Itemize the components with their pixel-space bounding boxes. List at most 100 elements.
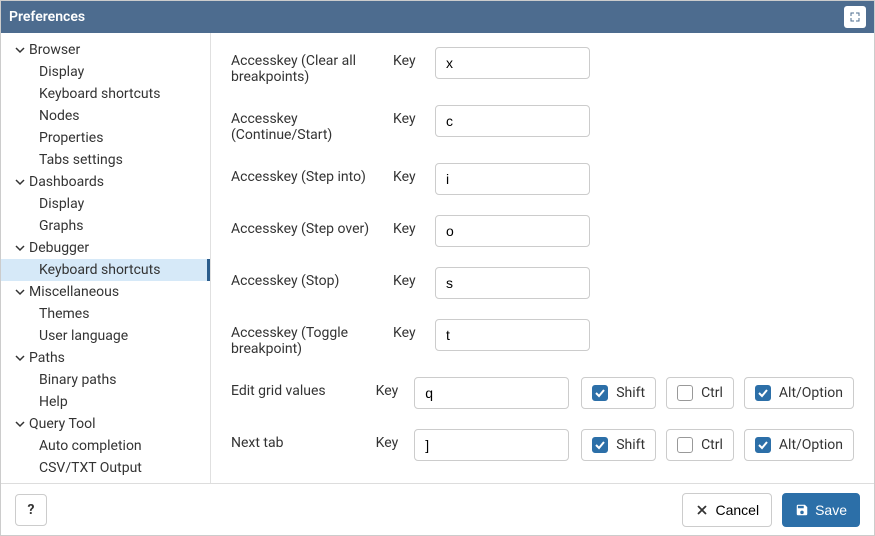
key-label: Key (393, 47, 423, 69)
tree-item[interactable]: Keyboard shortcuts (1, 83, 210, 105)
tree-item[interactable]: Tabs settings (1, 149, 210, 171)
key-label: Key (393, 105, 423, 127)
tree-group: Debugger Keyboard shortcuts (1, 237, 210, 281)
ctrl-modifier[interactable]: Ctrl (666, 377, 734, 409)
checkbox-icon (592, 437, 608, 453)
key-input[interactable] (435, 267, 590, 299)
expand-icon (849, 11, 861, 23)
tree-group-label: Miscellaneous (29, 284, 119, 300)
ctrl-modifier[interactable]: Ctrl (666, 429, 734, 461)
dialog-body: BrowserDisplayKeyboard shortcutsNodesPro… (1, 33, 874, 483)
save-label: Save (815, 502, 847, 518)
tree-group: Query ToolAuto completionCSV/TXT OutputD… (1, 413, 210, 483)
shortcut-row: Next tabKeyShiftCtrlAlt/Option (231, 429, 854, 461)
tree-item[interactable]: Help (1, 391, 210, 413)
shortcut-row: Accesskey (Clear all breakpoints) Key (231, 47, 854, 85)
tree-item[interactable]: Display (1, 193, 210, 215)
modifier-label: Ctrl (701, 437, 723, 453)
preferences-dialog: Preferences BrowserDisplayKeyboard short… (0, 0, 875, 536)
tree-group-label: Debugger (29, 240, 89, 256)
save-button[interactable]: Save (782, 493, 860, 527)
row-label: Accesskey (Toggle breakpoint) (231, 319, 381, 357)
modifier-label: Ctrl (701, 385, 723, 401)
alt-modifier[interactable]: Alt/Option (744, 429, 854, 461)
key-input[interactable] (414, 429, 569, 461)
row-label: Accesskey (Clear all breakpoints) (231, 47, 381, 85)
cancel-button[interactable]: Cancel (682, 493, 772, 527)
key-input[interactable] (435, 163, 590, 195)
tree-group-label: Browser (29, 42, 80, 58)
chevron-down-icon (13, 177, 27, 187)
chevron-down-icon (13, 353, 27, 363)
key-label: Key (376, 377, 403, 399)
tree-group-header[interactable]: Paths (1, 347, 210, 369)
shift-modifier[interactable]: Shift (581, 377, 656, 409)
checkbox-icon (755, 385, 771, 401)
chevron-down-icon (13, 287, 27, 297)
modifier-label: Alt/Option (779, 437, 843, 453)
help-button[interactable]: ? (15, 494, 47, 526)
chevron-down-icon (13, 419, 27, 429)
key-label: Key (393, 163, 423, 185)
tree-item[interactable]: Nodes (1, 105, 210, 127)
footer: ? Cancel Save (1, 483, 874, 535)
key-input[interactable] (435, 105, 590, 137)
key-label: Key (393, 267, 423, 289)
expand-button[interactable] (844, 6, 866, 28)
key-label: Key (393, 319, 423, 341)
tree-item[interactable]: Binary paths (1, 369, 210, 391)
content-panel[interactable]: Accesskey (Clear all breakpoints)KeyAcce… (211, 33, 874, 483)
shortcut-row: Accesskey (Step over)Key (231, 215, 854, 247)
tree-group-header[interactable]: Dashboards (1, 171, 210, 193)
tree-item[interactable]: Display (1, 61, 210, 83)
tree-group-label: Query Tool (29, 416, 96, 432)
dialog-title: Preferences (9, 9, 85, 25)
alt-modifier[interactable]: Alt/Option (744, 377, 854, 409)
modifier-label: Alt/Option (779, 385, 843, 401)
tree-item[interactable]: Auto completion (1, 435, 210, 457)
tree-group-label: Dashboards (29, 174, 104, 190)
modifiers: Shift Ctrl Alt/Option (581, 429, 854, 461)
row-label: Accesskey (Step into) (231, 163, 381, 185)
sidebar[interactable]: BrowserDisplayKeyboard shortcutsNodesPro… (1, 33, 211, 483)
chevron-down-icon (13, 45, 27, 55)
modifiers: Shift Ctrl Alt/Option (581, 377, 854, 409)
tree-group: Miscellaneous ThemesUser language (1, 281, 210, 347)
modifier-label: Shift (616, 385, 645, 401)
key-input[interactable] (414, 377, 569, 409)
key-input[interactable] (435, 47, 590, 79)
checkbox-icon (755, 437, 771, 453)
tree-item[interactable]: Properties (1, 127, 210, 149)
tree-group-header[interactable]: Miscellaneous (1, 281, 210, 303)
shortcut-row: Accesskey (Step into) Key (231, 163, 854, 195)
row-label: Accesskey (Continue/Start) (231, 105, 381, 143)
checkbox-icon (592, 385, 608, 401)
tree-group-header[interactable]: Browser (1, 39, 210, 61)
key-input[interactable] (435, 215, 590, 247)
tree-group-label: Paths (29, 350, 65, 366)
shortcut-row: Accesskey (Stop)Key (231, 267, 854, 299)
key-input[interactable] (435, 319, 590, 351)
tree-group-header[interactable]: Debugger (1, 237, 210, 259)
shortcut-row: Accesskey (Continue/Start) Key (231, 105, 854, 143)
tree-group: Browser DisplayKeyboard shortcutsNodesPro… (1, 39, 210, 171)
tree-item[interactable]: Themes (1, 303, 210, 325)
key-label: Key (393, 215, 423, 237)
checkbox-icon (677, 385, 693, 401)
titlebar: Preferences (1, 1, 874, 33)
chevron-down-icon (13, 243, 27, 253)
save-icon (795, 503, 809, 517)
tree-group: Paths Binary pathsHelp (1, 347, 210, 413)
checkbox-icon (677, 437, 693, 453)
tree-item[interactable]: User language (1, 325, 210, 347)
shift-modifier[interactable]: Shift (581, 429, 656, 461)
close-icon (695, 503, 709, 517)
modifier-label: Shift (616, 437, 645, 453)
tree-item[interactable]: Graphs (1, 215, 210, 237)
tree-group-header[interactable]: Query Tool (1, 413, 210, 435)
tree-item[interactable]: Keyboard shortcuts (1, 259, 210, 281)
row-label: Next tab (231, 429, 364, 451)
cancel-label: Cancel (715, 502, 759, 518)
shortcut-row: Accesskey (Toggle breakpoint) Key (231, 319, 854, 357)
tree-item[interactable]: CSV/TXT Output (1, 457, 210, 479)
